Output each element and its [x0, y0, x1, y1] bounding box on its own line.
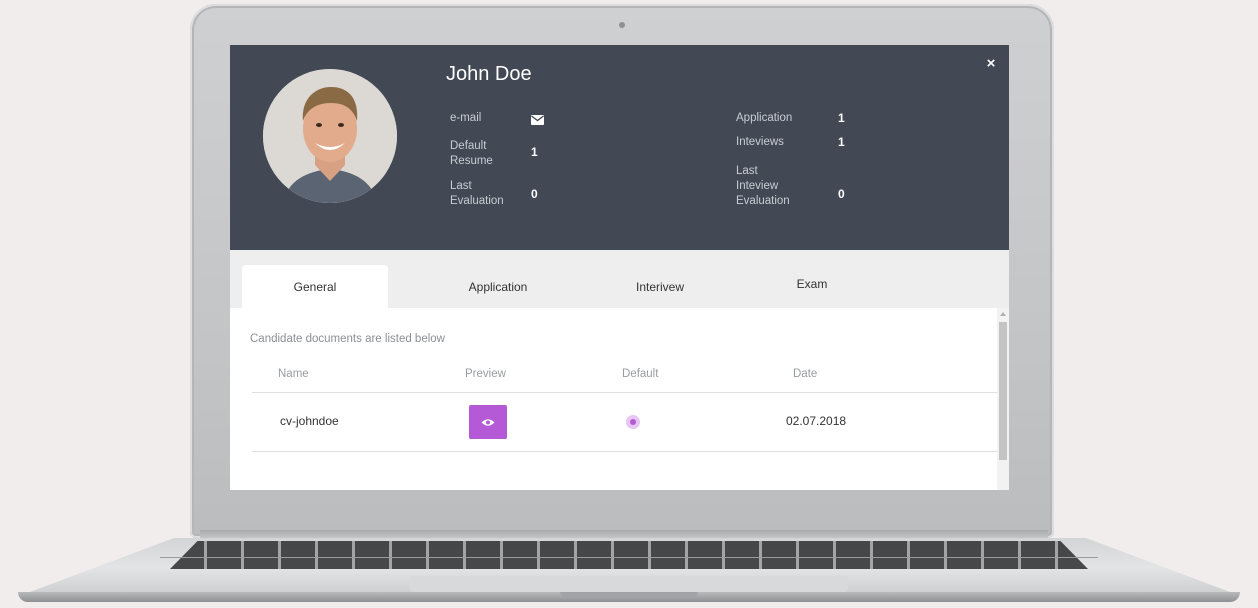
mail-icon[interactable] [531, 112, 544, 130]
column-header-default: Default [622, 368, 659, 380]
documents-panel: Candidate documents are listed below Nam… [230, 308, 997, 490]
last-evaluation-value: 0 [531, 187, 538, 201]
interviews-label: Inteviews [736, 136, 784, 148]
candidate-modal: × John Doe e-mail Default Resume 1 Last … [230, 45, 1009, 490]
tab-bar: General Application Interivew Exam [230, 250, 1009, 308]
document-name[interactable]: cv-johndoe [280, 414, 339, 428]
header-divider [252, 392, 997, 393]
avatar-photo [263, 69, 397, 203]
tab-exam[interactable]: Exam [744, 262, 880, 305]
avatar [263, 69, 397, 203]
eye-icon [481, 418, 495, 426]
profile-header: × John Doe e-mail Default Resume 1 Last … [230, 45, 1009, 250]
last-interview-evaluation-label: Last Inteview Evaluation [736, 165, 790, 207]
default-resume-label: Default Resume [450, 140, 493, 167]
default-resume-value: 1 [531, 145, 538, 159]
documents-caption: Candidate documents are listed below [250, 333, 445, 345]
column-header-date: Date [793, 368, 818, 380]
default-radio[interactable] [626, 415, 640, 429]
tab-general[interactable]: General [242, 265, 388, 308]
keyboard [170, 541, 1088, 569]
tab-application[interactable]: Application [430, 265, 566, 308]
tab-interview[interactable]: Interivew [592, 265, 728, 308]
scroll-thumb[interactable] [999, 322, 1007, 460]
last-evaluation-label: Last Evaluation [450, 180, 504, 207]
scrollbar[interactable] [997, 308, 1009, 490]
candidate-name: John Doe [446, 63, 532, 85]
application-label: Application [736, 112, 793, 124]
last-interview-evaluation-value: 0 [838, 187, 845, 201]
preview-button[interactable] [469, 405, 507, 439]
webcam [619, 22, 625, 28]
interviews-value: 1 [838, 135, 845, 149]
document-date: 02.07.2018 [786, 414, 847, 428]
trackpad [410, 576, 848, 592]
close-button[interactable]: × [982, 55, 1000, 73]
column-header-name: Name [278, 368, 309, 380]
row-divider [252, 451, 997, 452]
laptop-notch [560, 592, 698, 597]
application-value: 1 [838, 111, 845, 125]
column-header-preview: Preview [465, 368, 506, 380]
email-label: e-mail [450, 112, 482, 124]
scroll-up-arrow[interactable] [1000, 312, 1006, 316]
keyboard-row-divider [160, 557, 1098, 558]
